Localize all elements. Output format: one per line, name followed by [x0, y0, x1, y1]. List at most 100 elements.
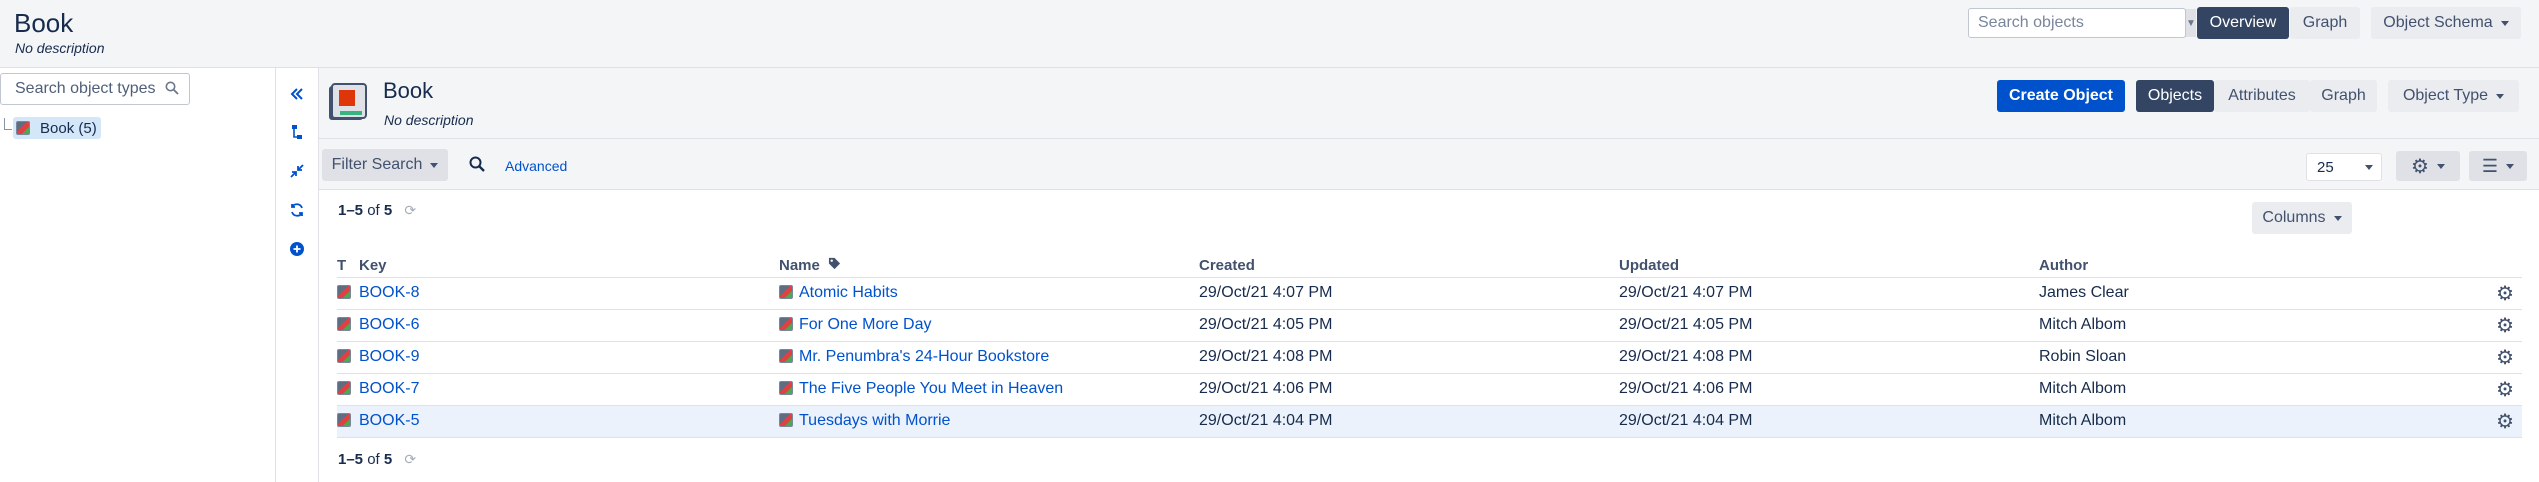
search-objects-input[interactable]	[1969, 9, 2185, 37]
object-name-link[interactable]: Tuesdays with Morrie	[799, 412, 950, 429]
object-key-link[interactable]: BOOK-8	[359, 284, 419, 301]
header-updated[interactable]: Updated	[1619, 255, 2039, 278]
page-size-value: 25	[2317, 158, 2334, 176]
object-key-link[interactable]: BOOK-7	[359, 380, 419, 397]
results-count-bottom: 1–5 of 5 ⟳	[338, 451, 416, 468]
results-of: of	[367, 451, 380, 468]
main-content: Book No description Create Object Object…	[319, 68, 2539, 482]
object-schema-label: Object Schema	[2383, 14, 2493, 31]
table-row[interactable]: BOOK-6 For One More Day 29/Oct/21 4:05 P…	[337, 309, 2522, 342]
results-range: 1–5	[338, 451, 364, 468]
object-type-description: No description	[384, 112, 474, 128]
advanced-search-link[interactable]: Advanced	[505, 158, 567, 174]
overview-button[interactable]: Overview	[2197, 7, 2289, 39]
object-type-panel: Book (5)	[0, 68, 276, 482]
object-name-link[interactable]: Mr. Penumbra's 24-Hour Bookstore	[799, 348, 1049, 365]
table-row[interactable]: BOOK-5 Tuesdays with Morrie 29/Oct/21 4:…	[337, 405, 2522, 438]
author-cell: Mitch Albom	[2039, 373, 2459, 406]
object-schema-menu-button[interactable]: Object Schema	[2371, 7, 2521, 39]
table-row[interactable]: BOOK-8 Atomic Habits 29/Oct/21 4:07 PM 2…	[337, 277, 2522, 310]
object-key-link[interactable]: BOOK-9	[359, 348, 419, 365]
created-cell: 29/Oct/21 4:07 PM	[1199, 277, 1619, 310]
book-type-icon	[779, 413, 793, 427]
object-type-menu-button[interactable]: Object Type	[2388, 80, 2519, 112]
collapse-panel-icon[interactable]	[287, 84, 307, 104]
updated-cell: 29/Oct/21 4:08 PM	[1619, 341, 2039, 374]
attributes-tab-button[interactable]: Attributes	[2214, 80, 2310, 112]
create-object-button[interactable]: Create Object	[1997, 80, 2125, 112]
add-object-type-icon[interactable]	[287, 239, 307, 259]
gear-icon: ⚙	[2411, 155, 2429, 178]
page-size-select[interactable]: 25	[2306, 153, 2382, 181]
search-objects-field[interactable]: ▼	[1968, 8, 2196, 38]
object-name-link[interactable]: The Five People You Meet in Heaven	[799, 380, 1063, 397]
header-author[interactable]: Author	[2039, 255, 2459, 278]
updated-cell: 29/Oct/21 4:06 PM	[1619, 373, 2039, 406]
create-object-label: Create Object	[2008, 87, 2114, 104]
header-type[interactable]: T	[337, 255, 359, 278]
search-object-types-input[interactable]	[1, 80, 165, 98]
table-row[interactable]: BOOK-7 The Five People You Meet in Heave…	[337, 373, 2522, 406]
hierarchy-icon[interactable]	[287, 122, 307, 142]
caret-down-icon	[430, 162, 439, 168]
caret-down-icon	[2506, 163, 2515, 169]
object-type-avatar-icon	[326, 80, 370, 124]
caret-down-icon	[2436, 163, 2445, 169]
refresh-icon[interactable]: ⟳	[404, 202, 416, 219]
type-graph-tab-button[interactable]: Graph	[2310, 80, 2377, 112]
updated-cell: 29/Oct/21 4:07 PM	[1619, 277, 2039, 310]
object-type-header: Book No description Create Object Object…	[319, 68, 2539, 138]
book-type-icon	[337, 349, 351, 363]
search-object-types-field[interactable]	[0, 73, 190, 105]
columns-button[interactable]: Columns	[2252, 202, 2352, 234]
header-actions	[2459, 255, 2522, 278]
settings-menu-button[interactable]: ⚙	[2396, 151, 2460, 181]
row-actions-gear-icon[interactable]: ⚙	[2496, 409, 2514, 434]
tag-icon	[828, 257, 841, 274]
collapse-all-icon[interactable]	[287, 161, 307, 181]
author-cell: Mitch Albom	[2039, 405, 2459, 438]
object-name-link[interactable]: Atomic Habits	[799, 284, 898, 301]
object-key-link[interactable]: BOOK-6	[359, 316, 419, 333]
search-icon[interactable]	[165, 81, 189, 98]
header-name-label: Name	[779, 257, 820, 275]
chevron-down-icon[interactable]: ▼	[2185, 9, 2196, 37]
caret-down-icon	[2500, 20, 2509, 26]
book-type-icon	[337, 381, 351, 395]
search-icon[interactable]	[469, 156, 487, 174]
created-cell: 29/Oct/21 4:08 PM	[1199, 341, 1619, 374]
header-name[interactable]: Name	[779, 255, 1199, 278]
table-row[interactable]: BOOK-9 Mr. Penumbra's 24-Hour Bookstore …	[337, 341, 2522, 374]
row-actions-gear-icon[interactable]: ⚙	[2496, 313, 2514, 338]
caret-down-icon	[2333, 215, 2342, 221]
filter-search-label: Filter Search	[331, 156, 423, 173]
overview-label: Overview	[2209, 14, 2277, 31]
objects-tab-button[interactable]: Objects	[2136, 80, 2214, 112]
view-menu-button[interactable]: ☰	[2469, 151, 2527, 181]
schema-graph-button[interactable]: Graph	[2290, 7, 2360, 39]
refresh-icon[interactable]	[287, 200, 307, 220]
objects-tab-label: Objects	[2147, 87, 2203, 104]
schema-graph-label: Graph	[2302, 14, 2348, 31]
row-actions-gear-icon[interactable]: ⚙	[2496, 345, 2514, 370]
columns-label: Columns	[2262, 209, 2326, 226]
filter-search-button[interactable]: Filter Search	[322, 149, 448, 181]
tree-item-book[interactable]: Book (5)	[13, 117, 101, 139]
author-cell: James Clear	[2039, 277, 2459, 310]
created-cell: 29/Oct/21 4:05 PM	[1199, 309, 1619, 342]
chevron-down-icon	[2365, 165, 2373, 170]
row-actions-gear-icon[interactable]: ⚙	[2496, 281, 2514, 306]
updated-cell: 29/Oct/21 4:05 PM	[1619, 309, 2039, 342]
row-actions-gear-icon[interactable]: ⚙	[2496, 377, 2514, 402]
object-key-link[interactable]: BOOK-5	[359, 412, 419, 429]
created-cell: 29/Oct/21 4:06 PM	[1199, 373, 1619, 406]
updated-cell: 29/Oct/21 4:04 PM	[1619, 405, 2039, 438]
results-range: 1–5	[338, 202, 364, 219]
header-created[interactable]: Created	[1199, 255, 1619, 278]
refresh-icon[interactable]: ⟳	[404, 451, 416, 468]
object-name-link[interactable]: For One More Day	[799, 316, 931, 333]
header-key[interactable]: Key	[359, 255, 779, 278]
results-count-top: 1–5 of 5 ⟳	[338, 202, 416, 219]
results-total: 5	[383, 451, 393, 468]
schema-title: Book	[14, 8, 74, 38]
